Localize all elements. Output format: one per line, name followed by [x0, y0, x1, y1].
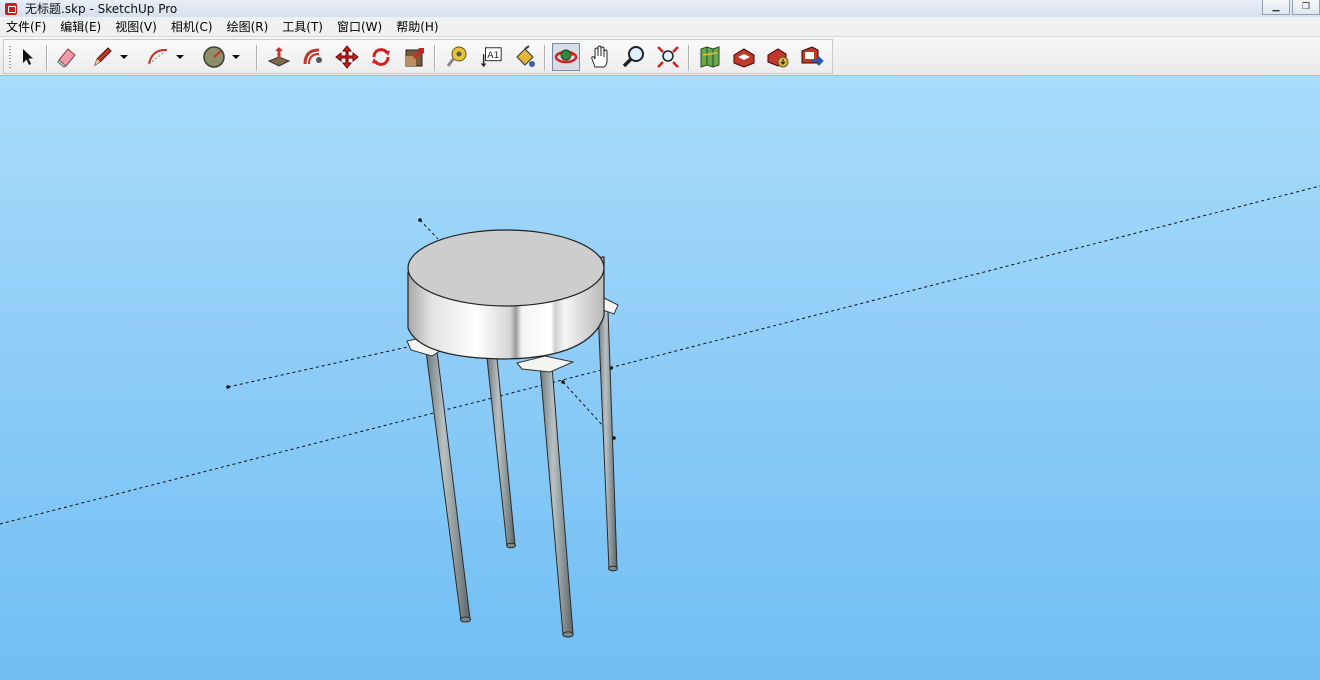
get-models-tool-button[interactable]	[766, 45, 790, 69]
circle-icon	[203, 46, 225, 68]
transistor-body	[407, 229, 605, 360]
pencil-icon	[94, 47, 112, 67]
transistor-pins	[425, 309, 618, 638]
tape-measure-tool-button[interactable]	[445, 45, 469, 69]
toolbar-separator	[544, 45, 546, 71]
maximize-icon: ❐	[1301, 2, 1311, 12]
scale-icon	[405, 48, 424, 67]
share-model-icon	[801, 46, 824, 66]
eraser-tool-button[interactable]	[55, 45, 79, 69]
paint-bucket-tool-button[interactable]	[513, 45, 537, 69]
zoom-extents-icon	[657, 46, 679, 68]
minimize-icon: ▁	[1272, 2, 1280, 12]
guide-point	[418, 218, 422, 222]
circle-tool-button[interactable]	[202, 45, 226, 69]
guide-line	[227, 345, 413, 388]
get-models-icon	[767, 48, 789, 68]
zoom-tool-button[interactable]	[622, 45, 646, 69]
paint-bucket-icon	[516, 45, 535, 67]
guide-point	[561, 380, 565, 384]
dropdown-arrow-icon	[120, 55, 128, 59]
push-pull-icon	[267, 47, 291, 67]
menu-file[interactable]: 文件(F)	[0, 18, 53, 35]
toolbar-separator	[46, 45, 48, 71]
select-tool-button[interactable]	[16, 45, 40, 69]
add-location-tool-button[interactable]	[698, 45, 722, 69]
follow-me-tool-button[interactable]	[301, 45, 325, 69]
guide-point	[226, 385, 230, 389]
title-bar: 无标题.skp - SketchUp Pro ▁ ❐	[0, 0, 1320, 17]
pencil-tool-button[interactable]	[90, 45, 114, 69]
push-pull-tool-button[interactable]	[267, 45, 291, 69]
menu-window[interactable]: 窗口(W)	[330, 18, 389, 35]
minimize-button[interactable]: ▁	[1262, 0, 1290, 15]
text-tool-label: A1	[487, 50, 499, 61]
map-icon	[700, 46, 720, 68]
arc-icon	[148, 48, 168, 65]
zoom-extents-tool-button[interactable]	[656, 45, 680, 69]
menu-tools[interactable]: 工具(T)	[275, 18, 330, 35]
arrow-cursor-icon	[23, 49, 33, 65]
eraser-icon	[57, 48, 76, 68]
toolbar-panel: A1	[3, 39, 833, 74]
main-toolbar: A1	[0, 37, 1320, 76]
text-label-icon: A1	[480, 47, 502, 68]
hand-icon	[591, 45, 608, 68]
text-tool-button[interactable]: A1	[479, 45, 503, 69]
pencil-dropdown[interactable]	[118, 45, 130, 69]
sketchup-app-icon	[5, 2, 17, 15]
3d-warehouse-tool-button[interactable]	[732, 45, 756, 69]
rotate-tool-button[interactable]	[369, 45, 393, 69]
menu-draw[interactable]: 绘图(R)	[220, 18, 276, 35]
maximize-button[interactable]: ❐	[1292, 0, 1320, 15]
model-scene	[0, 185, 1320, 638]
transistor-top-face	[407, 229, 605, 307]
menu-camera[interactable]: 相机(C)	[164, 18, 220, 35]
rotate-icon	[372, 48, 390, 66]
pan-tool-button[interactable]	[588, 45, 612, 69]
window-title: 无标题.skp - SketchUp Pro	[25, 2, 178, 16]
magnifier-icon	[622, 46, 644, 68]
arc-dropdown[interactable]	[174, 45, 186, 69]
move-tool-button[interactable]	[335, 45, 359, 69]
warehouse-icon	[733, 48, 755, 68]
scale-tool-button[interactable]	[403, 45, 427, 69]
dropdown-arrow-icon	[176, 55, 184, 59]
toolbar-separator	[688, 45, 690, 71]
menu-bar: 文件(F) 编辑(E) 视图(V) 相机(C) 绘图(R) 工具(T) 窗口(W…	[0, 17, 1320, 37]
tape-measure-icon	[446, 46, 467, 67]
menu-help[interactable]: 帮助(H)	[389, 18, 445, 35]
menu-edit[interactable]: 编辑(E)	[53, 18, 108, 35]
orbit-tool-button[interactable]	[552, 43, 580, 71]
toolbar-separator	[434, 45, 436, 71]
modeling-viewport[interactable]	[0, 76, 1320, 680]
toolbar-separator	[256, 45, 258, 71]
orbit-icon	[554, 49, 578, 64]
guide-line	[419, 219, 439, 240]
toolbar-grip[interactable]	[9, 46, 11, 70]
axis-guide-line	[0, 185, 1320, 525]
share-model-tool-button[interactable]	[800, 45, 824, 69]
move-icon	[335, 45, 359, 69]
window-controls: ▁ ❐	[1260, 0, 1320, 17]
arc-tool-button[interactable]	[146, 45, 170, 69]
menu-view[interactable]: 视图(V)	[108, 18, 164, 35]
circle-dropdown[interactable]	[230, 45, 242, 69]
dropdown-arrow-icon	[232, 55, 240, 59]
follow-me-icon	[303, 48, 322, 65]
